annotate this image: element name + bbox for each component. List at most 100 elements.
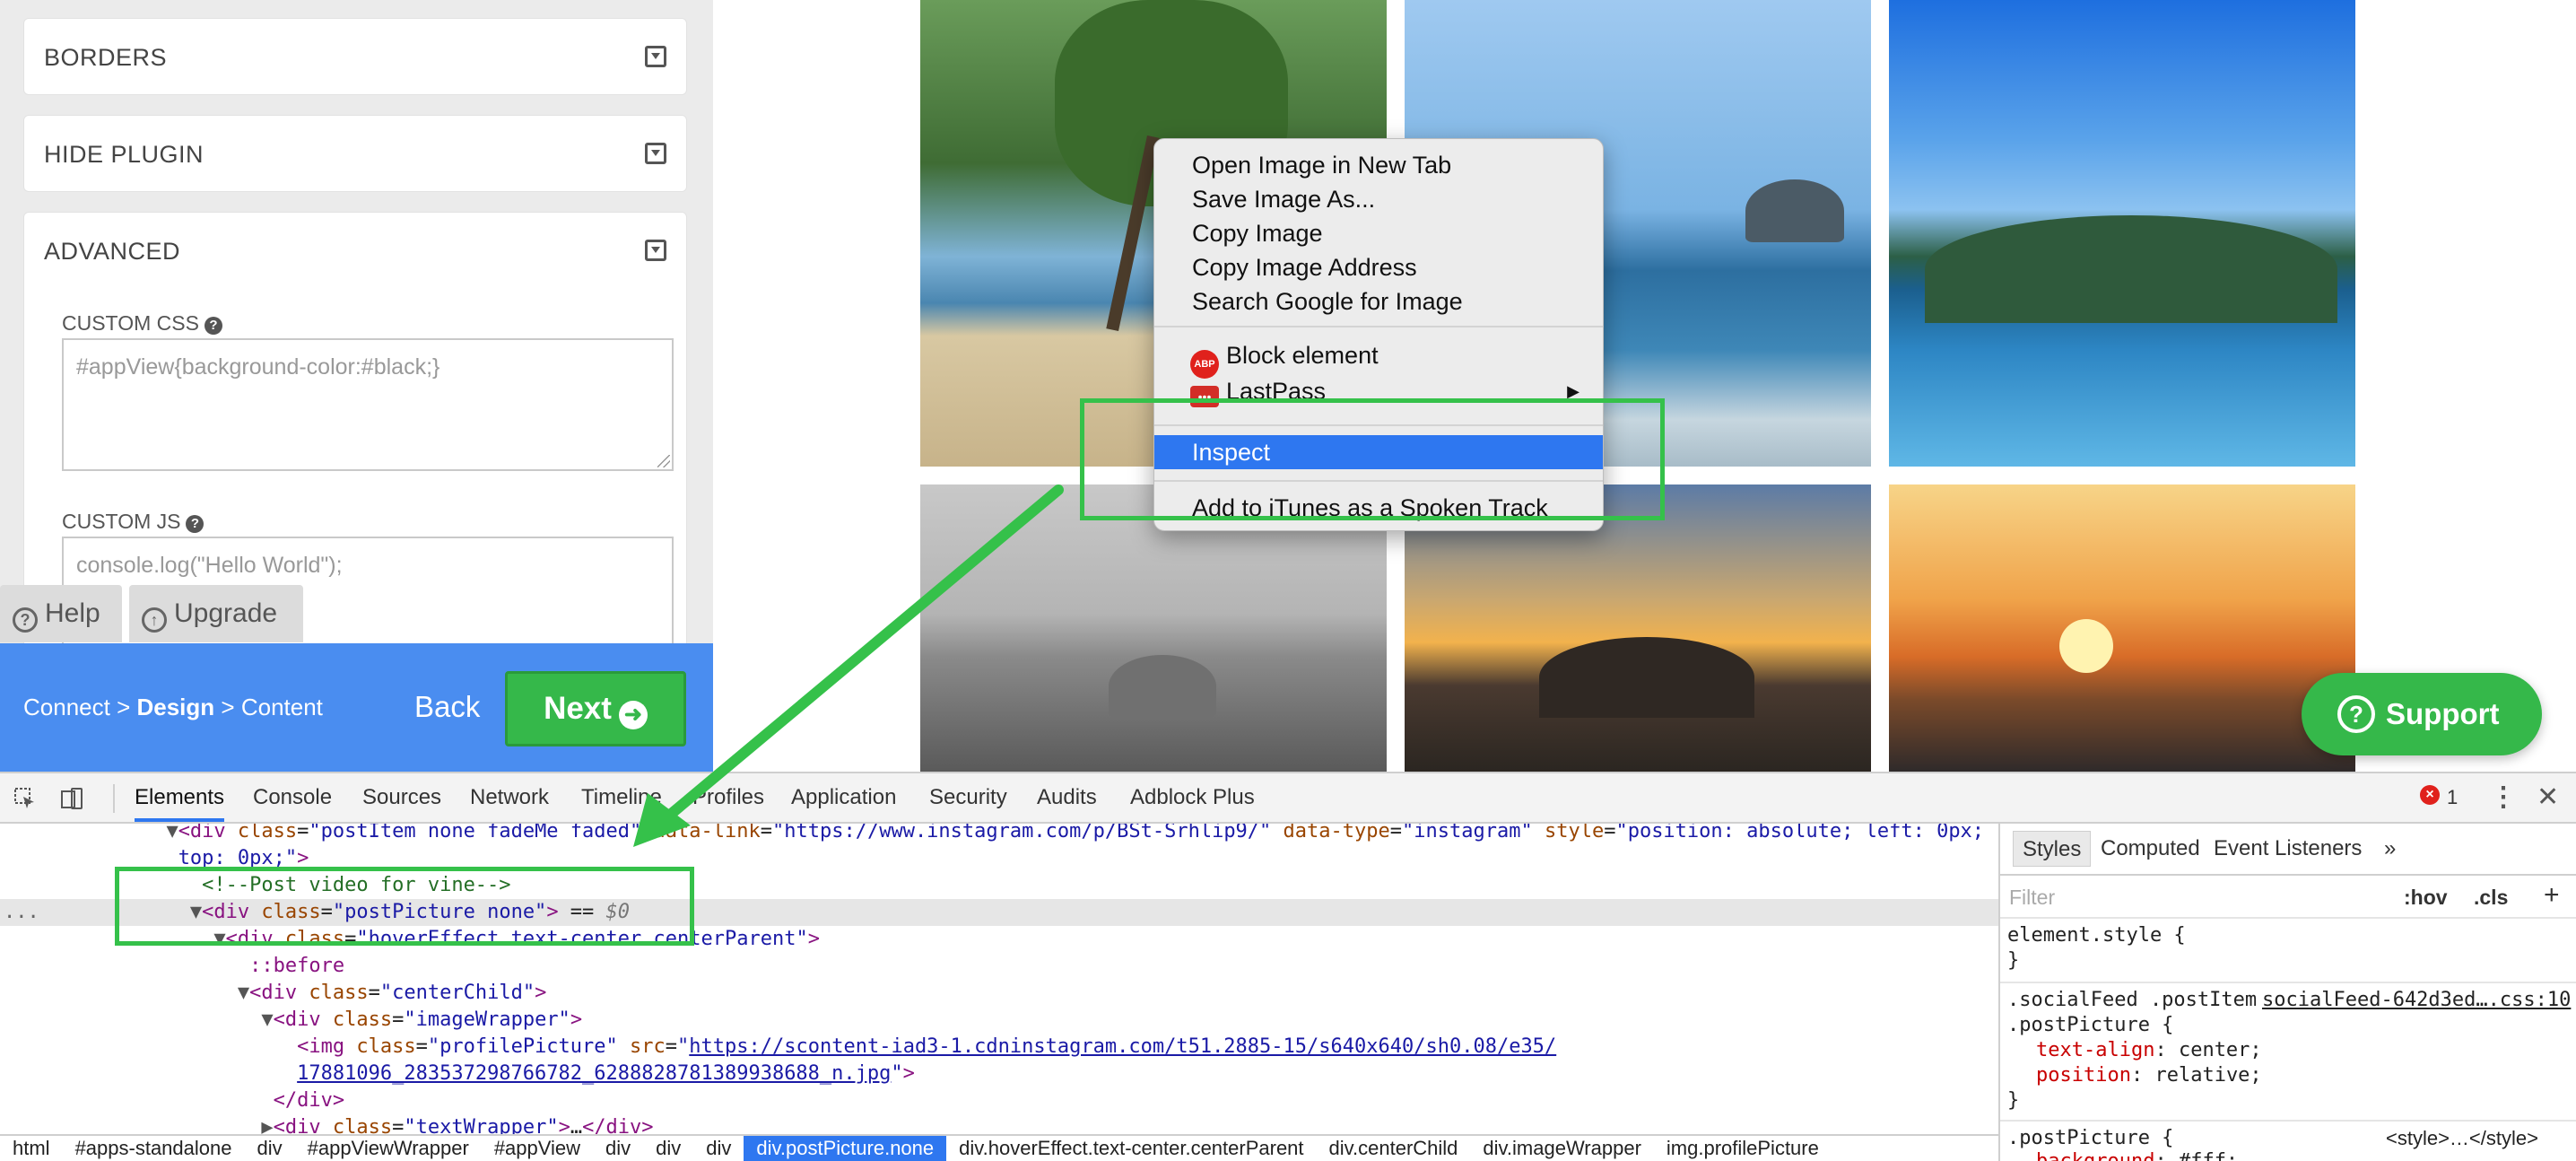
custom-css-textarea[interactable]: #appView{background-color:#black;} [62, 338, 674, 471]
styles-filter-input[interactable]: Filter [2009, 879, 2055, 915]
settings-panel: BORDERS HIDE PLUGIN ADVANCED CUSTOM CSS?… [0, 0, 713, 772]
devtools-tab-elements[interactable]: Elements [135, 773, 225, 822]
resize-grip-icon[interactable] [657, 455, 670, 467]
annotation-box-inspect [1080, 398, 1665, 520]
close-icon[interactable]: ✕ [2537, 773, 2559, 822]
divider [2000, 982, 2576, 983]
styles-pane: Styles Computed Event Listeners » Filter… [1998, 824, 2576, 1161]
help-question-icon[interactable]: ? [204, 317, 222, 335]
rule2-selector[interactable]: .postPicture { [2007, 1127, 2173, 1149]
tab-styles[interactable]: Styles [2013, 831, 2092, 867]
breadcrumb-item[interactable]: div.hoverEffect.text-center.centerParent [946, 1136, 1316, 1161]
breadcrumb-item[interactable]: #appView [482, 1136, 593, 1161]
support-button[interactable]: ? Support [2302, 673, 2542, 755]
add-rule-icon[interactable]: + [2544, 877, 2560, 913]
accordion-borders[interactable]: BORDERS [23, 18, 687, 95]
more-options-icon[interactable]: ⋮ [2490, 773, 2517, 822]
device-toolbar-icon[interactable] [59, 786, 84, 811]
collapse-triangle-icon[interactable]: ▼ [261, 1008, 273, 1031]
rule1-source-link[interactable]: socialFeed-642d3ed….css:10 [2262, 989, 2571, 1011]
dom-node[interactable]: 17881096_283537298766782_628882878138993… [0, 1061, 1998, 1087]
element-style-rule[interactable]: element.style { [2007, 924, 2186, 947]
breadcrumb-item[interactable]: img.profilePicture [1654, 1136, 1832, 1161]
breadcrumb-item[interactable]: div [693, 1136, 744, 1161]
dom-node[interactable]: ▼<div class="imageWrapper"> [0, 1007, 1998, 1034]
menu-open-image-new-tab[interactable]: Open Image in New Tab [1154, 148, 1603, 182]
accordion-hide-plugin[interactable]: HIDE PLUGIN [23, 115, 687, 192]
custom-css-label: CUSTOM CSS? [62, 311, 222, 336]
menu-search-google-image[interactable]: Search Google for Image [1154, 284, 1603, 319]
breadcrumb-item[interactable]: div [244, 1136, 294, 1161]
help-button[interactable]: ? Help [0, 585, 122, 642]
accordion-hide-plugin-title: HIDE PLUGIN [44, 141, 205, 168]
menu-copy-image[interactable]: Copy Image [1154, 216, 1603, 250]
collapse-triangle-icon [261, 1089, 273, 1112]
back-button[interactable]: Back [414, 690, 480, 724]
breadcrumb-item[interactable]: #appViewWrapper [295, 1136, 482, 1161]
rule1-declaration-2[interactable]: position: relative; [2036, 1064, 2262, 1087]
rule2-declaration-1[interactable]: background: #fff; [2036, 1150, 2238, 1161]
arrow-up-circle-icon: ↑ [142, 607, 167, 633]
collapse-triangle-icon[interactable]: ▼ [238, 982, 249, 1004]
menu-block-element[interactable]: ABP Block element [1154, 338, 1603, 379]
feed-photo-coast[interactable] [1889, 0, 2355, 467]
breadcrumb-item[interactable]: div [643, 1136, 693, 1161]
node-actions-ellipsis[interactable]: ... [4, 899, 39, 926]
more-tabs-icon[interactable]: » [2375, 831, 2405, 867]
devtools-tab-console[interactable]: Console [253, 773, 332, 822]
rule1-declaration-1[interactable]: text-align: center; [2036, 1039, 2262, 1061]
next-button[interactable]: Next ➜ [505, 671, 686, 746]
error-icon[interactable]: × [2420, 785, 2440, 805]
inspect-element-icon[interactable] [13, 786, 38, 811]
devtools-tab-sources[interactable]: Sources [362, 773, 441, 822]
custom-js-label-text: CUSTOM JS [62, 510, 181, 533]
accordion-advanced[interactable]: ADVANCED [23, 212, 687, 291]
tab-computed[interactable]: Computed [2092, 831, 2209, 867]
wizard-step-design[interactable]: Design [136, 694, 214, 720]
menu-copy-image-address[interactable]: Copy Image Address [1154, 250, 1603, 284]
accordion-advanced-title: ADVANCED [44, 238, 181, 265]
breadcrumb-item[interactable]: div.postPicture.none [744, 1136, 947, 1161]
caret-down-icon [645, 46, 666, 67]
devtools-tab-network[interactable]: Network [470, 773, 549, 822]
breadcrumb-item[interactable]: div [593, 1136, 643, 1161]
devtools-tab-profiles[interactable]: Profiles [692, 773, 764, 822]
collapse-triangle-icon [285, 1062, 297, 1085]
css-property: text-align [2036, 1039, 2155, 1061]
rule2-source[interactable]: <style>…</style> [2386, 1127, 2538, 1150]
cls-toggle[interactable]: .cls [2474, 879, 2508, 915]
breadcrumb-item[interactable]: div.centerChild [1317, 1136, 1471, 1161]
dom-node[interactable]: </div> [0, 1087, 1998, 1114]
css-value: #fff; [2179, 1150, 2238, 1161]
breadcrumb-item[interactable]: html [0, 1136, 63, 1161]
dom-node-markup: ::before [249, 955, 345, 977]
toolbar-divider [113, 784, 115, 813]
devtools-tab-adblock-plus[interactable]: Adblock Plus [1130, 773, 1255, 822]
error-count[interactable]: 1 [2447, 773, 2458, 822]
dom-node-markup: <div class="centerChild"> [249, 982, 547, 1004]
wizard-step-content[interactable]: Content [241, 694, 323, 720]
devtools-tab-security[interactable]: Security [929, 773, 1007, 822]
menu-separator [1154, 326, 1603, 327]
upgrade-button[interactable]: ↑ Upgrade [129, 585, 303, 642]
breadcrumb-item[interactable]: div.imageWrapper [1470, 1136, 1653, 1161]
rule1-selector-a[interactable]: .socialFeed .postItem [2007, 989, 2257, 1011]
dom-node[interactable]: <img class="profilePicture" src="https:/… [0, 1034, 1998, 1061]
devtools-tab-audits[interactable]: Audits [1037, 773, 1097, 822]
devtools-tab-application[interactable]: Application [791, 773, 896, 822]
breadcrumb-item[interactable]: #apps-standalone [63, 1136, 245, 1161]
dom-node[interactable]: ▼<div class="centerChild"> [0, 980, 1998, 1007]
tab-event-listeners[interactable]: Event Listeners [2205, 831, 2371, 867]
dom-node[interactable]: ::before [0, 953, 1998, 980]
devtools-tab-timeline[interactable]: Timeline [581, 773, 662, 822]
feed-photo-sunset-sea[interactable] [1889, 484, 2355, 772]
rule1-selector-b[interactable]: .postPicture { [2007, 1014, 2173, 1036]
hov-toggle[interactable]: :hov [2404, 879, 2448, 915]
menu-save-image-as[interactable]: Save Image As... [1154, 182, 1603, 216]
collapse-triangle-icon[interactable]: ▼ [166, 824, 178, 842]
help-question-icon[interactable]: ? [186, 515, 205, 533]
wizard-step-connect[interactable]: Connect > [23, 694, 130, 720]
dom-node[interactable]: ▼<div class="postItem none fadeMe faded"… [0, 824, 1998, 845]
